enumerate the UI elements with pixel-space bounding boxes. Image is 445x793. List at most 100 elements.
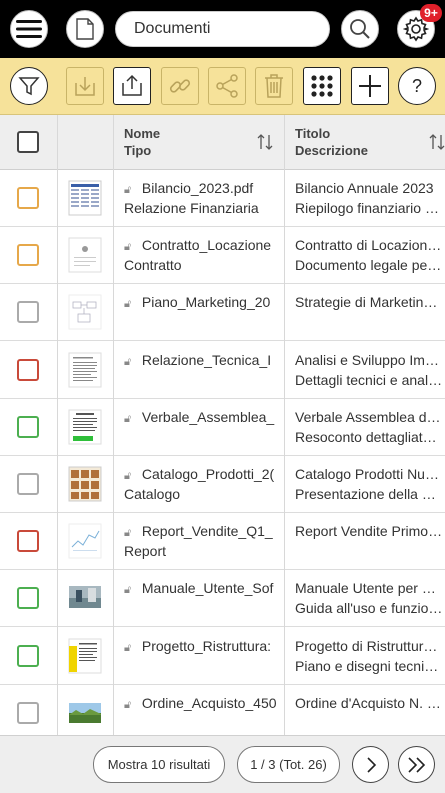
document-icon [76, 18, 94, 40]
document-type: Catalogo [124, 486, 181, 502]
share-button[interactable] [208, 67, 246, 105]
document-thumbnail[interactable] [68, 237, 102, 273]
document-description: Guida all'uso e funzio… [295, 600, 443, 617]
document-name[interactable]: 🔓︎ Report_Vendite_Q1_ [124, 522, 276, 542]
search-button[interactable] [341, 10, 379, 48]
delete-button[interactable] [255, 67, 293, 105]
document-description: Riepilogo finanziario … [295, 200, 439, 216]
row-checkbox[interactable] [17, 473, 39, 495]
document-thumbnail[interactable] [68, 466, 102, 502]
search-input[interactable]: Documenti [115, 11, 330, 47]
document-title: Verbale Assemblea d… [295, 408, 441, 425]
document-name[interactable]: 🔓︎ Relazione_Tecnica_I [124, 351, 276, 371]
document-description: Resoconto dettagliat… [295, 428, 437, 445]
table-row[interactable]: 🔓︎ Ordine_Acquisto_450 Ordine d'Acquisto … [0, 684, 445, 742]
unlock-icon: 🔓︎ [124, 698, 132, 711]
col-type-label: Tipo [124, 143, 152, 158]
document-name[interactable]: 🔓︎ Verbale_Assemblea_ [124, 408, 276, 428]
row-checkbox[interactable] [17, 187, 39, 209]
document-name[interactable]: 🔓︎ Manuale_Utente_Sof [124, 579, 276, 599]
col-title-label: Titolo [295, 126, 331, 141]
unlock-icon: 🔓︎ [124, 470, 132, 482]
select-all-checkbox[interactable] [17, 131, 39, 153]
grid-view-button[interactable] [303, 67, 341, 105]
chevron-right-icon [366, 756, 376, 773]
help-button[interactable]: ? [398, 67, 436, 105]
document-thumbnail[interactable] [68, 523, 102, 559]
row-checkbox[interactable] [17, 415, 39, 438]
last-page-button[interactable] [398, 746, 435, 783]
table-row[interactable]: 🔓︎ Progetto_Ristruttura: Progetto di Rist… [0, 627, 445, 685]
document-thumbnail[interactable] [68, 409, 102, 445]
row-checkbox[interactable] [17, 244, 39, 267]
new-document-button[interactable] [66, 10, 104, 48]
add-button[interactable] [351, 67, 389, 105]
document-thumbnail[interactable] [68, 180, 102, 216]
document-title: Manuale Utente per … [295, 580, 436, 597]
document-title: Report Vendite Primo… [295, 523, 443, 540]
column-header-name[interactable]: Nome Tipo [124, 115, 160, 170]
unlock-icon: 🔓︎ [124, 412, 132, 425]
grid-icon [311, 75, 333, 97]
document-title: Ordine d'Acquisto N. … [295, 694, 441, 711]
document-name[interactable]: 🔓︎ Progetto_Ristruttura: [124, 637, 276, 657]
search-icon [350, 19, 370, 39]
table-row[interactable]: 🔓︎ Catalogo_Prodotti_2(Catalogo Catalogo … [0, 456, 445, 513]
column-divider [57, 115, 58, 735]
link-button[interactable] [161, 67, 199, 105]
unlock-icon: 🔓︎ [124, 184, 132, 196]
document-name[interactable]: 🔓︎ Catalogo_Prodotti_2( [124, 465, 276, 485]
document-name-text: Manuale_Utente_Sof [138, 580, 274, 597]
row-checkbox[interactable] [17, 587, 39, 610]
document-thumbnail[interactable] [68, 638, 102, 674]
row-checkbox[interactable] [17, 358, 39, 381]
document-thumbnail[interactable] [68, 695, 102, 731]
table-row[interactable]: 🔓︎ Verbale_Assemblea_ Verbale Assemblea d… [0, 398, 445, 456]
sort-icon[interactable] [256, 133, 274, 151]
document-name[interactable]: 🔓︎ Contratto_Locazione [124, 236, 276, 256]
row-checkbox[interactable] [17, 701, 39, 724]
document-name-text: Verbale_Assemblea_ [138, 408, 275, 425]
document-name[interactable]: 🔓︎ Bilancio_2023.pdf [124, 179, 276, 199]
document-title: Bilancio Annuale 2023 [295, 180, 434, 196]
document-title: Progetto di Ristruttur… [295, 637, 438, 654]
upload-button[interactable] [113, 67, 151, 105]
table-row[interactable]: 🔓︎ Bilancio_2023.pdf Relazione Finanziari… [0, 170, 445, 227]
document-name-text: Relazione_Tecnica_I [138, 351, 272, 368]
document-name[interactable]: 🔓︎ Ordine_Acquisto_450 [124, 694, 276, 714]
document-name-text: Ordine_Acquisto_450 [138, 694, 276, 711]
page-indicator[interactable]: 1 / 3 (Tot. 26) [237, 746, 340, 783]
sort-icon[interactable] [428, 133, 445, 151]
unlock-icon: 🔓︎ [124, 527, 132, 540]
document-thumbnail[interactable] [68, 294, 102, 330]
show-results-button[interactable]: Mostra 10 risultati [93, 746, 225, 783]
column-divider [284, 115, 285, 735]
col-name-label: Nome [124, 126, 161, 141]
next-page-button[interactable] [352, 746, 389, 783]
svg-text:?: ? [412, 76, 422, 96]
row-checkbox[interactable] [17, 644, 39, 667]
table-row[interactable]: 🔓︎ Relazione_Tecnica_I Analisi e Sviluppo… [0, 341, 445, 399]
document-thumbnail[interactable] [68, 580, 102, 616]
document-description: Piano e disegni tecni… [295, 657, 439, 674]
unlock-icon: 🔓︎ [124, 641, 132, 654]
download-button[interactable] [66, 67, 104, 105]
row-checkbox[interactable] [17, 301, 39, 324]
share-icon [216, 74, 238, 98]
document-name-text: Contratto_Locazione [138, 237, 272, 254]
menu-button[interactable] [10, 10, 48, 48]
document-thumbnail[interactable] [68, 352, 102, 388]
column-header-title[interactable]: Titolo Descrizione [295, 115, 368, 170]
document-name-text: Piano_Marketing_20 [138, 294, 271, 311]
table-row[interactable]: 🔓︎ Manuale_Utente_Sof Manuale Utente per … [0, 570, 445, 628]
document-name[interactable]: 🔓︎ Piano_Marketing_20 [124, 293, 276, 313]
table-row[interactable]: 🔓︎ Report_Vendite_Q1_ Report Report Vendit… [0, 513, 445, 571]
row-checkbox[interactable] [17, 530, 39, 553]
table-row[interactable]: 🔓︎ Piano_Marketing_20 Strategie di Market… [0, 284, 445, 342]
document-name-text: Progetto_Ristruttura: [138, 637, 272, 654]
unlock-icon: 🔓︎ [124, 241, 132, 254]
document-title: Catalogo Prodotti Nu… [295, 466, 439, 482]
table-row[interactable]: 🔓︎ Contratto_Locazione Contratto Contratto… [0, 227, 445, 285]
filter-button[interactable] [10, 67, 48, 105]
pagination-footer: Mostra 10 risultati 1 / 3 (Tot. 26) [0, 735, 445, 793]
